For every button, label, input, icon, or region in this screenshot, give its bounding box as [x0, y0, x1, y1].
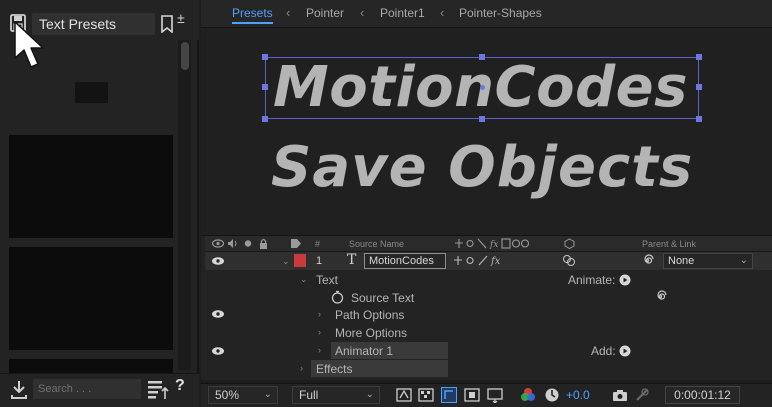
grid-guides-icon[interactable] — [487, 387, 503, 403]
layer-switches[interactable]: fx — [453, 254, 515, 267]
transform-handle[interactable] — [262, 84, 268, 90]
show-snapshot-icon[interactable] — [634, 387, 650, 403]
play-circle-icon[interactable] — [619, 345, 631, 357]
transparency-grid-icon[interactable] — [418, 387, 434, 403]
pick-whip-icon[interactable] — [654, 290, 667, 303]
tab-pointer[interactable]: Pointer — [306, 6, 344, 20]
import-icon[interactable] — [11, 380, 27, 400]
tab-pointer-shapes[interactable]: Pointer-Shapes — [459, 6, 542, 20]
tab-presets[interactable]: Presets — [232, 6, 273, 24]
exposure-value[interactable]: +0.0 — [566, 388, 590, 402]
lock-icon — [260, 238, 267, 249]
chevron-down-icon: ⌄ — [739, 255, 748, 266]
twirl-closed-icon[interactable]: › — [318, 309, 321, 319]
presets-scroll-thumb[interactable] — [181, 42, 189, 70]
column-number: # — [315, 239, 321, 249]
mouse-pointer-icon — [14, 21, 44, 68]
svg-text:fx: fx — [489, 240, 498, 249]
collapse-transform-icon[interactable] — [562, 254, 576, 267]
solo-icon — [244, 240, 252, 247]
svg-text:fx: fx — [490, 256, 501, 267]
tab-pointer1[interactable]: Pointer1 — [380, 6, 425, 20]
preset-thumbnail[interactable] — [9, 247, 173, 350]
mask-visibility-icon[interactable] — [441, 387, 457, 403]
region-of-interest-icon[interactable] — [464, 387, 480, 403]
current-time-display[interactable]: 0:00:01:12 — [665, 386, 740, 404]
chevron-down-icon: ⌄ — [263, 389, 272, 400]
snapshot-icon[interactable] — [612, 387, 628, 403]
layer-twirl-open[interactable]: ⌄ — [282, 256, 290, 267]
layer-name-field[interactable]: MotionCodes — [364, 253, 446, 269]
transform-handle[interactable] — [479, 54, 485, 60]
parent-select[interactable]: None ⌄ — [663, 253, 753, 269]
property-source-text[interactable]: Source Text — [351, 291, 414, 305]
transform-handle[interactable] — [696, 84, 702, 90]
label-icon — [291, 239, 301, 248]
preset-thumbnail[interactable] — [9, 359, 173, 373]
property-text[interactable]: Text — [316, 273, 338, 287]
zoom-select[interactable]: 50% ⌄ — [208, 386, 278, 404]
exposure-reset-icon[interactable] — [544, 387, 560, 403]
text-layer-save-objects[interactable]: Save Objects — [271, 133, 693, 203]
3d-layer-icon — [564, 238, 575, 249]
presets-scrollbar[interactable] — [178, 40, 191, 370]
resolution-select[interactable]: Full ⌄ — [292, 386, 380, 404]
stopwatch-icon[interactable] — [331, 290, 344, 304]
sort-icon[interactable] — [147, 379, 169, 401]
preset-search-input[interactable] — [33, 379, 141, 399]
color-channels-icon[interactable] — [520, 387, 536, 403]
chevron-down-icon: ⌄ — [365, 389, 374, 400]
bookmark-icon[interactable] — [161, 15, 173, 33]
parent-select-value: None — [668, 255, 695, 267]
eye-icon[interactable] — [211, 346, 225, 356]
property-effects[interactable]: Effects — [316, 362, 352, 376]
help-icon[interactable]: ? — [175, 377, 185, 395]
twirl-closed-icon[interactable]: › — [318, 327, 321, 337]
column-parent-link: Parent & Link — [642, 239, 697, 249]
transform-handle[interactable] — [696, 116, 702, 122]
eye-icon[interactable] — [211, 309, 225, 319]
zoom-value: 50% — [215, 388, 240, 402]
pick-whip-icon[interactable] — [641, 254, 654, 267]
column-source-name[interactable]: Source Name — [349, 239, 404, 249]
breadcrumb-separator: ‹ — [360, 5, 365, 20]
property-animator-1[interactable]: Animator 1 — [335, 344, 393, 358]
resolution-value: Full — [299, 388, 319, 402]
transform-handle[interactable] — [262, 116, 268, 122]
eye-icon — [212, 239, 224, 248]
twirl-closed-icon[interactable]: › — [318, 345, 321, 355]
preset-category-field[interactable]: Text Presets — [32, 13, 155, 35]
fast-previews-icon[interactable] — [396, 387, 412, 403]
layer-switches-icons: fx — [455, 238, 530, 249]
eye-icon[interactable] — [211, 256, 225, 266]
preset-thumbnail[interactable] — [9, 135, 173, 238]
text-layer-type-icon: T — [347, 252, 357, 268]
anchor-point[interactable] — [480, 85, 485, 90]
property-path-options[interactable]: Path Options — [335, 308, 404, 322]
add-label: Add: — [591, 344, 616, 358]
transform-handle[interactable] — [479, 116, 485, 122]
transform-handle[interactable] — [696, 54, 702, 60]
animate-label: Animate: — [568, 273, 616, 287]
twirl-closed-icon[interactable]: › — [300, 363, 303, 373]
audio-icon — [228, 239, 237, 248]
breadcrumb-separator: ‹ — [286, 5, 291, 20]
layer-index: 1 — [316, 255, 323, 267]
add-preset-icon[interactable]: ± — [177, 11, 187, 25]
breadcrumb-separator: ‹ — [440, 5, 445, 20]
layer-label-color[interactable] — [294, 254, 306, 267]
preset-thumbnail-small[interactable] — [75, 82, 108, 103]
play-circle-icon[interactable] — [619, 274, 631, 286]
twirl-open-icon[interactable]: ⌄ — [300, 274, 308, 285]
property-more-options[interactable]: More Options — [335, 326, 407, 340]
transform-handle[interactable] — [262, 54, 268, 60]
